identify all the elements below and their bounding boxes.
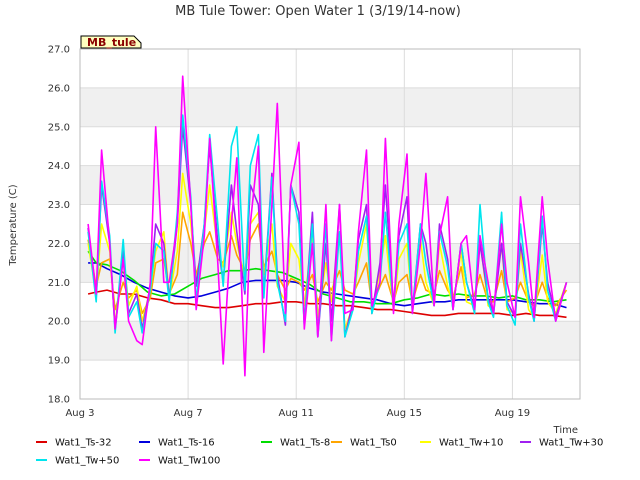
y-tick-label: 18.0 — [48, 395, 70, 406]
temperature-line-chart: MB Tule Tower: Open Water 1 (3/19/14-now… — [8, 4, 603, 467]
x-axis-label: Time — [553, 425, 578, 436]
chart-title: MB Tule Tower: Open Water 1 (3/19/14-now… — [175, 4, 461, 19]
legend-label: Wat1_Ts-16 — [158, 438, 215, 449]
y-axis-label: Temperature (C) — [8, 184, 19, 266]
y-tick-label: 26.0 — [48, 83, 70, 94]
legend-label: Wat1_Tw100 — [158, 456, 220, 467]
x-tick-label: Aug 19 — [495, 408, 530, 419]
x-tick-label: Aug 3 — [65, 408, 94, 419]
x-tick-labels: Aug 3 Aug 7 Aug 11 Aug 15 Aug 19 — [65, 408, 530, 419]
y-tick-label: 20.0 — [48, 317, 70, 328]
y-tick-label: 25.0 — [48, 122, 70, 133]
x-tick-label: Aug 15 — [387, 408, 422, 419]
station-tag-label: MB_tule — [87, 36, 136, 49]
legend-label: Wat1_Ts-8 — [280, 438, 330, 449]
y-tick-label: 19.0 — [48, 356, 70, 367]
y-tick-label: 22.0 — [48, 239, 70, 250]
x-tick-label: Aug 7 — [174, 408, 203, 419]
legend: Wat1_Ts-32 Wat1_Ts-16 Wat1_Ts-8 Wat1_Ts0 Wat… — [36, 438, 603, 467]
y-tick-labels: 18.0 19.0 20.0 21.0 22.0 23.0 24.0 25.0 26.0 27.0 — [48, 45, 70, 406]
legend-label: Wat1_Ts0 — [350, 438, 397, 449]
y-tick-label: 21.0 — [48, 278, 70, 289]
background-band — [80, 87, 580, 127]
legend-label: Wat1_Tw+50 — [55, 456, 119, 467]
legend-label: Wat1_Ts-32 — [55, 438, 112, 449]
y-tick-label: 23.0 — [48, 200, 70, 211]
y-tick-label: 24.0 — [48, 161, 70, 172]
station-tag: MB_tule — [80, 35, 142, 49]
y-tick-label: 27.0 — [48, 45, 70, 56]
x-tick-label: Aug 11 — [278, 408, 313, 419]
background-band — [80, 165, 580, 205]
legend-label: Wat1_Tw+30 — [539, 438, 603, 449]
legend-label: Wat1_Tw+10 — [439, 438, 503, 449]
